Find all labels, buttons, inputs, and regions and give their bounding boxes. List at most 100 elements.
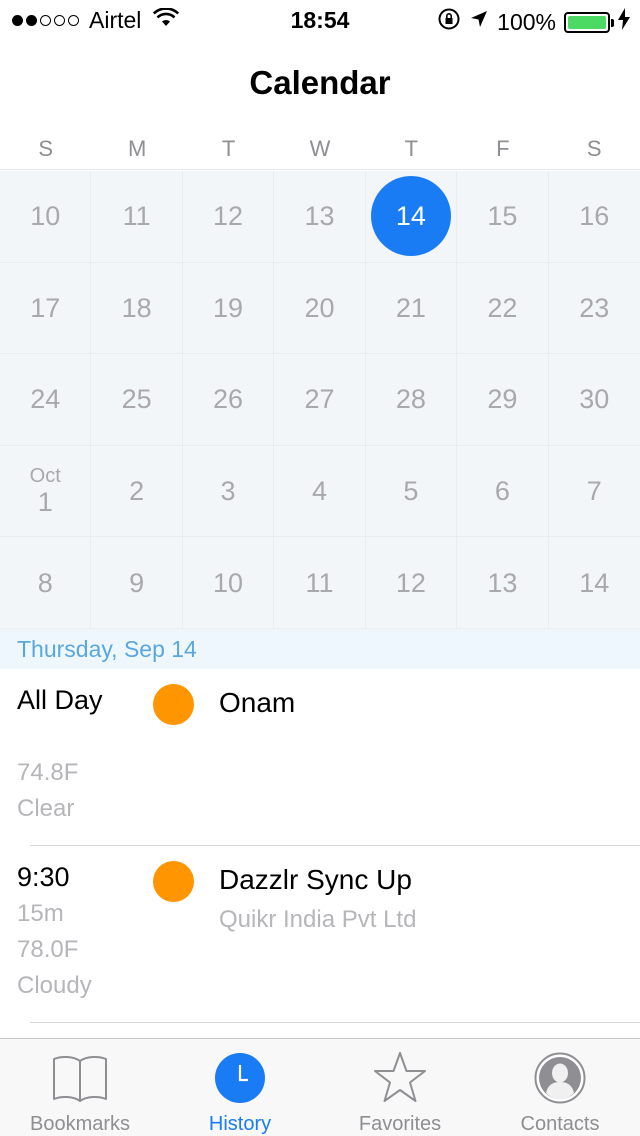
calendar-day[interactable]: 19 (182, 262, 275, 355)
status-right: 100% (437, 7, 630, 37)
calendar-day[interactable]: 6 (457, 445, 549, 538)
tab-favorites[interactable]: Favorites (320, 1039, 480, 1136)
calendar-day[interactable]: 11 (91, 171, 183, 263)
event-temperature: 78.0F (17, 936, 79, 963)
calendar-day[interactable]: 22 (457, 262, 549, 355)
calendar-day[interactable]: 25 (91, 354, 183, 446)
tab-contacts[interactable]: Contacts (480, 1039, 640, 1136)
event-details: 15m 78.0F Cloudy (17, 896, 92, 1004)
calendar-day[interactable]: 12 (365, 537, 458, 629)
battery-icon (564, 11, 614, 33)
tab-label: History (208, 1113, 272, 1135)
calendar-day-number: 6 (494, 476, 510, 507)
event-row[interactable]: 9:30 15m 78.0F Cloudy Dazzlr Sync Up Qui… (0, 846, 640, 1022)
location-arrow-icon (469, 9, 489, 35)
calendar-day-number: 1 (37, 487, 53, 518)
calendar-grid: 10 11 12 13 14 15 16 17 18 19 20 21 22 23 24 25 26 27 28 29… (0, 171, 640, 629)
event-condition: Clear (17, 795, 75, 822)
weekday-label: S (38, 136, 54, 161)
calendar-day[interactable]: 3 (182, 445, 275, 538)
calendar-day-number: 18 (121, 292, 152, 323)
star-icon (370, 1051, 430, 1105)
calendar-day[interactable]: 9 (91, 537, 183, 629)
calendar-day-number: 11 (122, 201, 151, 232)
book-icon (50, 1051, 110, 1105)
calendar-day-number: 14 (370, 176, 451, 257)
calendar-day-number: 26 (213, 384, 244, 415)
calendar-day-today[interactable]: 14 (365, 171, 458, 263)
event-subtitle: Quikr India Pvt Ltd (219, 906, 417, 933)
event-title: Onam (219, 687, 296, 718)
calendar-day-number: 13 (304, 201, 335, 232)
calendar-day[interactable]: 20 (274, 262, 366, 355)
tab-label: Favorites (358, 1113, 442, 1135)
event-time: All Day (17, 685, 103, 715)
calendar-day[interactable]: 4 (274, 445, 366, 538)
calendar-day-number: 29 (487, 384, 518, 415)
event-row[interactable]: All Day 74.8F Clear Onam (0, 669, 640, 846)
calendar-day[interactable]: Oct 1 (0, 445, 92, 538)
tab-label: Contacts (520, 1113, 600, 1135)
calendar-day-number: 27 (304, 384, 335, 415)
weekday-label: W (309, 136, 331, 161)
selected-date-header: Thursday, Sep 14 (0, 629, 640, 669)
calendar-day[interactable]: 27 (274, 354, 366, 446)
calendar-day[interactable]: 12 (182, 171, 275, 263)
calendar-day[interactable]: 21 (365, 262, 458, 355)
calendar-day[interactable]: 13 (457, 537, 549, 629)
tab-bookmarks[interactable]: Bookmarks (0, 1039, 160, 1136)
person-icon (530, 1051, 590, 1105)
calendar-day[interactable]: 24 (0, 354, 92, 446)
calendar-day[interactable]: 11 (274, 537, 366, 629)
calendar-day-number: 14 (579, 567, 610, 598)
calendar-day[interactable]: 29 (457, 354, 549, 446)
calendar-day[interactable]: 18 (91, 262, 183, 355)
calendar-day[interactable]: 8 (0, 537, 92, 629)
calendar-day-number: 10 (30, 201, 61, 232)
tab-bar: Bookmarks History Favorites Contacts (0, 1038, 640, 1136)
event-duration: 15m (17, 900, 64, 927)
event-color-dot (153, 861, 194, 902)
calendar-day[interactable]: 13 (274, 171, 366, 263)
calendar-day-number: 22 (487, 292, 518, 323)
calendar-day-number: 23 (579, 292, 610, 323)
calendar-day-number: 9 (129, 567, 145, 598)
calendar-day[interactable]: 14 (548, 537, 640, 629)
weekday-header: S M T W T F S (0, 136, 640, 170)
calendar-day-number: 20 (304, 292, 335, 323)
weekday-label: T (221, 136, 236, 161)
calendar-day[interactable]: 16 (548, 171, 640, 263)
calendar-day[interactable]: 2 (91, 445, 183, 538)
weekday-label: M (127, 136, 147, 161)
weekday-label: T (404, 136, 419, 161)
event-weather: 74.8F Clear (17, 755, 78, 827)
calendar-day-number: 28 (395, 384, 426, 415)
weekday-label: F (496, 136, 510, 161)
calendar-day[interactable]: 30 (548, 354, 640, 446)
calendar-day-number: 5 (403, 476, 419, 507)
orientation-lock-icon (437, 7, 461, 37)
battery-percent: 100% (497, 8, 556, 35)
calendar-day[interactable]: 26 (182, 354, 275, 446)
calendar-day-number: 15 (487, 201, 518, 232)
calendar-day-number: 11 (305, 567, 334, 598)
calendar-day[interactable]: 15 (457, 171, 549, 263)
calendar-day[interactable]: 10 (0, 171, 92, 263)
calendar-month-label: Oct (29, 465, 61, 488)
calendar-day[interactable]: 10 (182, 537, 275, 629)
calendar-day[interactable]: 28 (365, 354, 458, 446)
event-title: Dazzlr Sync Up (219, 864, 412, 895)
calendar-day-number: 12 (213, 201, 244, 232)
calendar-day-number: 30 (579, 384, 610, 415)
calendar-day[interactable]: 17 (0, 262, 92, 355)
page-title: Calendar (249, 64, 391, 101)
calendar-day-number: 24 (30, 384, 61, 415)
tab-history[interactable]: History (160, 1039, 320, 1136)
calendar-day-number: 2 (129, 476, 145, 507)
calendar-day-number: 25 (121, 384, 152, 415)
calendar-day-number: 17 (30, 292, 61, 323)
calendar-day[interactable]: 7 (548, 446, 640, 538)
calendar-day[interactable]: 5 (365, 445, 458, 538)
calendar-day[interactable]: 23 (548, 263, 640, 355)
divider (30, 1022, 640, 1023)
